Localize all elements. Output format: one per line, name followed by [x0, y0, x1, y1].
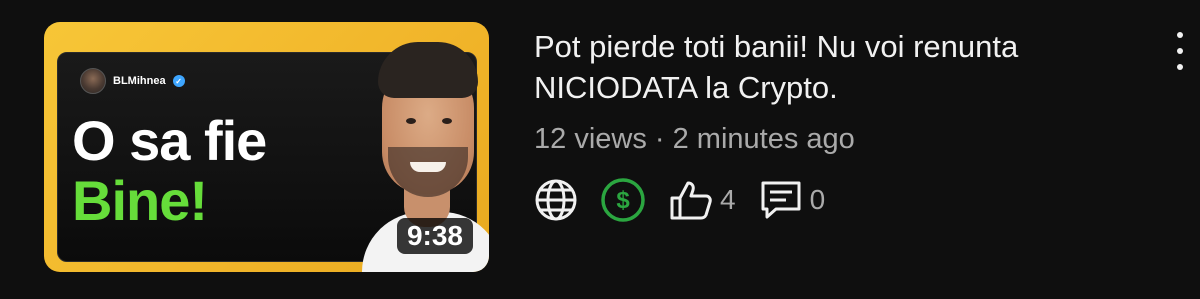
comment-icon: [761, 181, 801, 219]
upload-age: 2 minutes ago: [672, 123, 855, 155]
more-vertical-icon: [1177, 32, 1183, 38]
more-options-button[interactable]: [1162, 26, 1198, 76]
person-hair: [378, 42, 478, 98]
globe-icon: [535, 179, 577, 221]
person-beard: [388, 147, 468, 197]
video-duration-badge: 9:38: [396, 218, 473, 254]
video-metadata: 12 views · 2 minutes ago: [534, 123, 855, 156]
video-thumbnail[interactable]: BLMihnea ✓ O sa fie Bine! 9:38: [44, 22, 489, 272]
verified-icon: ✓: [172, 75, 185, 87]
thumbnail-headline-line2: Bine!: [72, 169, 208, 232]
video-stats-row: $ 4 0: [534, 178, 847, 222]
thumbnail-headline-line1: O sa fie: [72, 109, 267, 172]
channel-avatar: [80, 68, 106, 94]
dollar-icon: $: [601, 178, 645, 222]
view-count: 12 views: [534, 123, 647, 155]
video-list-item[interactable]: BLMihnea ✓ O sa fie Bine! 9:38 Pot pierd…: [0, 0, 1200, 299]
comments-stat[interactable]: 0: [758, 177, 826, 223]
person-eye-right: [442, 118, 452, 124]
monetization-status[interactable]: $: [600, 177, 646, 223]
comments-count: 0: [809, 184, 826, 215]
thumbnail-channel-name: BLMihnea: [113, 75, 166, 87]
likes-stat[interactable]: 4: [668, 178, 736, 222]
video-title[interactable]: Pot pierde toti banii! Nu voi renunta NI…: [534, 26, 1094, 108]
person-eye-left: [406, 118, 416, 124]
svg-text:$: $: [616, 187, 630, 214]
thumbnail-channel-badge: BLMihnea ✓: [80, 68, 185, 94]
meta-separator: ·: [654, 123, 665, 155]
visibility-public[interactable]: [534, 178, 578, 222]
thumbs-up-icon: [670, 181, 712, 220]
person-smile: [410, 162, 446, 172]
likes-count: 4: [720, 184, 736, 215]
